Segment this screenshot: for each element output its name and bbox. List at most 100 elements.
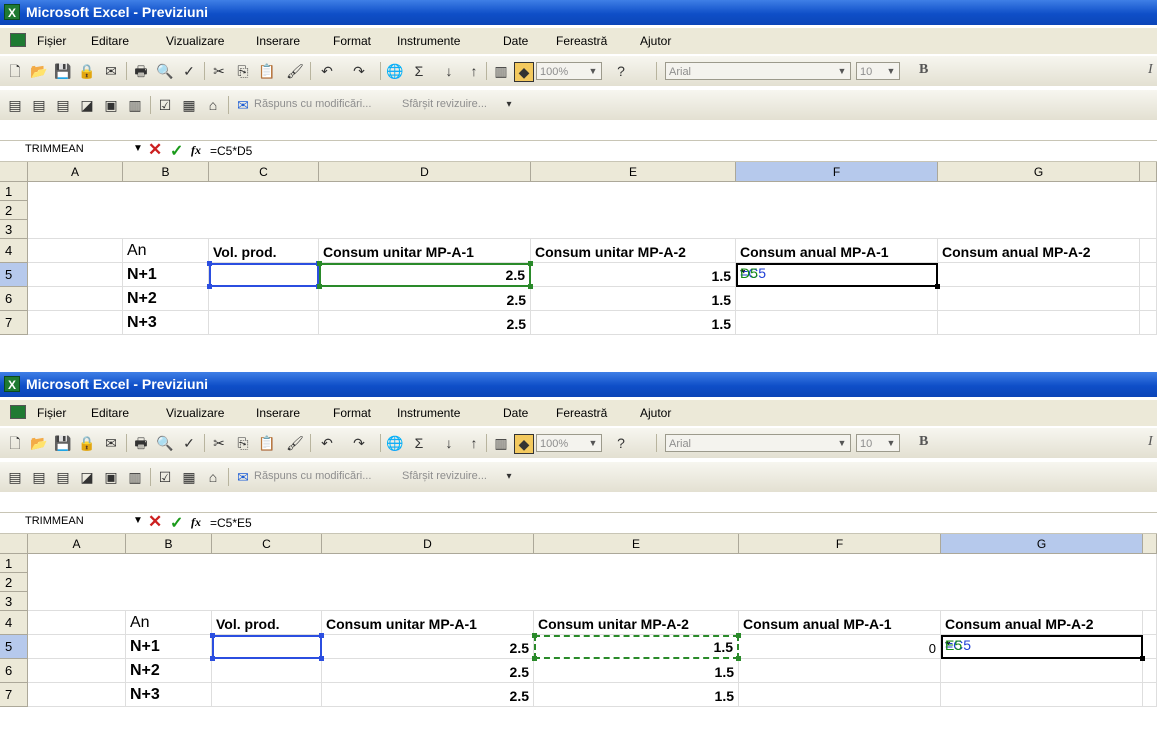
row-header-6[interactable]: 6 bbox=[0, 659, 28, 683]
cell-f6[interactable] bbox=[736, 287, 938, 311]
cell-h5[interactable] bbox=[1143, 635, 1157, 659]
cancel-icon[interactable]: ✕ bbox=[148, 512, 162, 532]
permission-icon[interactable]: 🔒 bbox=[78, 434, 96, 452]
copy-icon[interactable]: ⎘ bbox=[234, 62, 252, 80]
cell-g6[interactable] bbox=[941, 659, 1143, 683]
zoom-combo[interactable]: 100% ▼ bbox=[536, 62, 602, 80]
column-header-f[interactable]: F bbox=[739, 534, 941, 554]
range-handle[interactable] bbox=[317, 261, 322, 266]
row-header-5[interactable]: 5 bbox=[0, 635, 28, 659]
cell-a7[interactable] bbox=[28, 311, 123, 335]
sort-descending-icon[interactable]: ↑ bbox=[465, 434, 483, 452]
update-file-icon[interactable]: ▦ bbox=[180, 468, 198, 486]
column-header-g[interactable]: G bbox=[938, 162, 1140, 182]
permission-icon[interactable]: 🔒 bbox=[78, 62, 96, 80]
column-header-a[interactable]: A bbox=[28, 534, 126, 554]
insert-function-icon[interactable]: fx bbox=[191, 515, 201, 530]
cell-b7[interactable]: N+3 bbox=[123, 311, 209, 335]
print-icon[interactable]: 🖶 bbox=[132, 434, 150, 452]
cell-e4[interactable]: Consum unitar MP-A-2 bbox=[531, 239, 736, 263]
new-icon[interactable]: 🗋 bbox=[6, 62, 24, 80]
send-to-mail-icon[interactable]: ⌂ bbox=[204, 96, 222, 114]
row-header-7[interactable]: 7 bbox=[0, 683, 28, 707]
menu-view[interactable]: Vizualizare bbox=[166, 34, 224, 48]
cell-f6[interactable] bbox=[739, 659, 941, 683]
previous-comment-icon[interactable]: ▤ bbox=[30, 96, 48, 114]
range-handle[interactable] bbox=[528, 284, 533, 289]
create-task-icon[interactable]: ☑ bbox=[156, 468, 174, 486]
cell-d5[interactable]: 2.5 bbox=[317, 261, 533, 289]
spelling-icon[interactable]: ✓ bbox=[180, 62, 198, 80]
show-comment-icon[interactable]: ◪ bbox=[78, 468, 96, 486]
create-task-icon[interactable]: ☑ bbox=[156, 96, 174, 114]
range-handle[interactable] bbox=[736, 656, 741, 661]
range-handle[interactable] bbox=[532, 656, 537, 661]
menu-edit[interactable]: Editare bbox=[91, 34, 129, 48]
paste-icon[interactable]: 📋 bbox=[258, 62, 276, 80]
cell-h5[interactable] bbox=[1140, 263, 1157, 287]
column-header-e[interactable]: E bbox=[534, 534, 739, 554]
chart-wizard-icon[interactable]: ▥ bbox=[492, 62, 510, 80]
row-header-2[interactable]: 2 bbox=[0, 573, 28, 592]
cell-c6[interactable] bbox=[209, 287, 319, 311]
menu-view[interactable]: Vizualizare bbox=[166, 406, 224, 420]
menu-format[interactable]: Format bbox=[333, 34, 371, 48]
cell-d6[interactable]: 2.5 bbox=[319, 287, 531, 311]
menu-tools[interactable]: Instrumente bbox=[397, 34, 460, 48]
cell-f7[interactable] bbox=[736, 311, 938, 335]
zoom-combo[interactable]: 100% ▼ bbox=[536, 434, 602, 452]
undo-icon[interactable]: ↶ bbox=[318, 62, 336, 80]
cell-g4[interactable]: Consum anual MP-A-2 bbox=[941, 611, 1143, 635]
email-icon[interactable]: ✉ bbox=[102, 434, 120, 452]
range-handle[interactable] bbox=[532, 633, 537, 638]
save-icon[interactable]: 💾 bbox=[54, 434, 72, 452]
sort-ascending-icon[interactable]: ↓ bbox=[440, 434, 458, 452]
cell-b5[interactable]: N+1 bbox=[126, 635, 212, 659]
cell-g7[interactable] bbox=[938, 311, 1140, 335]
send-to-mail-icon[interactable]: ⌂ bbox=[204, 468, 222, 486]
cell-h7[interactable] bbox=[1143, 683, 1157, 707]
cell-a6[interactable] bbox=[28, 659, 126, 683]
new-icon[interactable]: 🗋 bbox=[6, 434, 24, 452]
email-icon[interactable]: ✉ bbox=[102, 62, 120, 80]
title-bar[interactable]: X Microsoft Excel - Previziuni bbox=[0, 0, 1157, 25]
cell-b5[interactable]: N+1 bbox=[123, 263, 209, 287]
range-handle[interactable] bbox=[528, 261, 533, 266]
menu-tools[interactable]: Instrumente bbox=[397, 406, 460, 420]
save-icon[interactable]: 💾 bbox=[54, 62, 72, 80]
column-header-c[interactable]: C bbox=[212, 534, 322, 554]
row-header-3[interactable]: 3 bbox=[0, 220, 28, 239]
cell-c4[interactable]: Vol. prod. bbox=[212, 611, 322, 635]
enter-icon[interactable]: ✓ bbox=[170, 141, 183, 161]
delete-comment-icon[interactable]: ▥ bbox=[126, 96, 144, 114]
cell-b7[interactable]: N+3 bbox=[126, 683, 212, 707]
title-bar[interactable]: X Microsoft Excel - Previziuni bbox=[0, 372, 1157, 397]
fill-handle[interactable] bbox=[1140, 656, 1145, 661]
cell-e7[interactable]: 1.5 bbox=[534, 683, 739, 707]
range-handle[interactable] bbox=[319, 633, 324, 638]
font-size-combo[interactable]: 10 ▼ bbox=[856, 434, 900, 452]
new-comment-icon[interactable]: ▤ bbox=[6, 468, 24, 486]
menu-file[interactable]: Fișier bbox=[37, 34, 66, 48]
end-review-button[interactable]: Sfârșit revizuire... bbox=[402, 98, 487, 110]
cell-d4[interactable]: Consum unitar MP-A-1 bbox=[319, 239, 531, 263]
chevron-down-icon[interactable]: ▼ bbox=[133, 143, 143, 154]
name-box[interactable]: TRIMMEAN bbox=[25, 143, 84, 155]
menu-format[interactable]: Format bbox=[333, 406, 371, 420]
row-header-4[interactable]: 4 bbox=[0, 611, 28, 635]
format-painter-icon[interactable]: 🖌 bbox=[286, 62, 304, 80]
cell-a5[interactable] bbox=[28, 635, 126, 659]
cut-icon[interactable]: ✂ bbox=[210, 62, 228, 80]
cell-a6[interactable] bbox=[28, 287, 123, 311]
column-header-g[interactable]: G bbox=[941, 534, 1143, 554]
menu-insert[interactable]: Inserare bbox=[256, 34, 300, 48]
menu-help[interactable]: Ajutor bbox=[640, 406, 671, 420]
cut-icon[interactable]: ✂ bbox=[210, 434, 228, 452]
chevron-down-icon[interactable]: ▼ bbox=[133, 515, 143, 526]
workbook-icon[interactable] bbox=[10, 405, 26, 419]
range-handle[interactable] bbox=[210, 656, 215, 661]
cell-f4[interactable]: Consum anual MP-A-1 bbox=[736, 239, 938, 263]
menu-edit[interactable]: Editare bbox=[91, 406, 129, 420]
show-all-comments-icon[interactable]: ▣ bbox=[102, 96, 120, 114]
cell-f7[interactable] bbox=[739, 683, 941, 707]
